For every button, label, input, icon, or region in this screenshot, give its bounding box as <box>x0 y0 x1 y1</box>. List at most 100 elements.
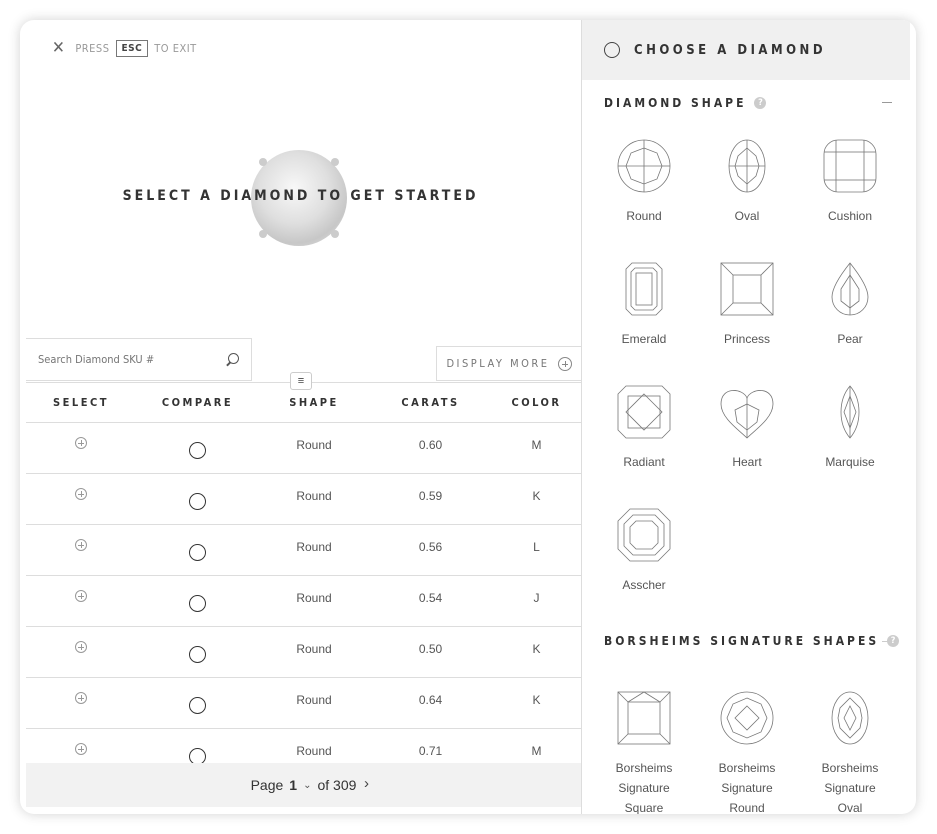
radiant-shape-icon <box>617 385 671 439</box>
shape-label: Borsheims Signature Round <box>697 758 797 814</box>
compare-radio[interactable] <box>189 646 206 663</box>
shape-round[interactable]: Round <box>594 138 694 226</box>
shape-label: Princess <box>723 332 770 346</box>
page-select[interactable]: 1 <box>289 777 297 793</box>
right-panel: CHOOSE A DIAMOND DIAMOND SHAPE ? Round O… <box>581 20 916 814</box>
color-cell: K <box>532 642 541 656</box>
heart-shape-icon <box>720 390 774 439</box>
table-row[interactable]: Round 0.50 K <box>26 627 581 678</box>
signature-round-shape-icon <box>720 691 774 745</box>
next-page-icon[interactable]: › <box>364 775 369 792</box>
radio-icon[interactable] <box>604 42 620 58</box>
panel-header[interactable]: CHOOSE A DIAMOND <box>582 20 910 80</box>
table-row[interactable]: Round 0.59 K <box>26 474 581 525</box>
esc-key: ESC <box>115 40 149 57</box>
compare-radio[interactable] <box>189 697 206 714</box>
color-cell: K <box>532 489 541 503</box>
shape-label: Borsheims Signature Square <box>594 758 694 814</box>
column-header-compare[interactable]: COMPARE <box>136 396 259 409</box>
diamond-shape-section-title[interactable]: DIAMOND SHAPE ? <box>604 96 767 110</box>
carats-cell: 0.59 <box>418 489 443 503</box>
shape-princess[interactable]: Princess <box>697 261 797 349</box>
signature-square-shape-icon <box>617 691 671 745</box>
press-label: PRESS <box>75 42 110 55</box>
shape-cell: Round <box>296 591 332 605</box>
shape-label: Borsheims Signature Oval <box>800 758 900 814</box>
label-line: Signature <box>721 781 773 795</box>
shape-signature-oval[interactable]: Borsheims Signature Oval <box>800 690 900 814</box>
minus-icon[interactable] <box>882 102 892 103</box>
shape-pear[interactable]: Pear <box>800 261 900 349</box>
oval-shape-icon <box>728 139 766 193</box>
shape-heart[interactable]: Heart <box>697 384 797 472</box>
shape-oval[interactable]: Oval <box>697 138 797 226</box>
shape-cushion[interactable]: Cushion <box>800 138 900 226</box>
help-icon[interactable]: ? <box>754 97 767 109</box>
column-header-carats[interactable]: CARATS <box>369 396 492 409</box>
shape-label: Cushion <box>827 209 873 223</box>
menu-icon[interactable]: ≡ <box>290 372 312 390</box>
empty-state-text: SELECT A DIAMOND TO GET STARTED <box>122 188 479 204</box>
shape-signature-round[interactable]: Borsheims Signature Round <box>697 690 797 814</box>
exit-hint[interactable]: ✕ PRESS ESC TO EXIT <box>52 40 197 57</box>
column-header-color[interactable]: COLOR <box>492 396 581 409</box>
carats-cell: 0.54 <box>418 591 443 605</box>
table-row[interactable]: Round 0.64 K <box>26 678 581 729</box>
add-diamond-icon[interactable] <box>75 692 87 704</box>
shape-signature-square[interactable]: Borsheims Signature Square <box>594 690 694 814</box>
display-more-button[interactable]: DISPLAY MORE <box>436 346 581 381</box>
shape-cell: Round <box>296 438 332 452</box>
close-icon[interactable]: ✕ <box>52 40 65 57</box>
compare-radio[interactable] <box>189 544 206 561</box>
shape-label: Heart <box>732 455 762 469</box>
shape-label: Round <box>626 209 662 223</box>
compare-radio[interactable] <box>189 493 206 510</box>
label-line: Borsheims <box>821 761 879 775</box>
marquise-shape-icon <box>840 385 860 439</box>
diamond-selector-window: ✕ PRESS ESC TO EXIT SELECT A DIAMOND TO … <box>20 20 916 814</box>
carats-cell: 0.64 <box>418 693 443 707</box>
signature-shapes-section-title[interactable]: BORSHEIMS SIGNATURE SHAPES ? <box>604 634 900 648</box>
table-row[interactable]: Round 0.56 L <box>26 525 581 576</box>
compare-radio[interactable] <box>189 595 206 612</box>
color-cell: J <box>533 591 540 605</box>
shape-label: Pear <box>837 332 863 346</box>
empty-state: SELECT A DIAMOND TO GET STARTED <box>20 140 581 250</box>
round-shape-icon <box>617 139 671 193</box>
column-header-shape[interactable]: SHAPE <box>259 396 369 409</box>
chevron-down-icon[interactable]: ⌄ <box>303 780 311 791</box>
display-more-label: DISPLAY MORE <box>446 357 550 370</box>
shape-emerald[interactable]: Emerald <box>594 261 694 349</box>
princess-shape-icon <box>720 262 774 316</box>
table-row[interactable]: Round 0.54 J <box>26 576 581 627</box>
carats-cell: 0.56 <box>418 540 443 554</box>
search-icon[interactable] <box>225 352 239 367</box>
minus-icon[interactable] <box>882 641 892 642</box>
shape-label: Marquise <box>825 455 875 469</box>
compare-radio[interactable] <box>189 442 206 459</box>
add-diamond-icon[interactable] <box>75 488 87 500</box>
shape-radiant[interactable]: Radiant <box>594 384 694 472</box>
add-diamond-icon[interactable] <box>75 743 87 755</box>
prong <box>259 158 267 166</box>
add-diamond-icon[interactable] <box>75 590 87 602</box>
shape-asscher[interactable]: Asscher <box>594 507 694 595</box>
table-row[interactable]: Round 0.60 M <box>26 423 581 474</box>
page-word: Page <box>250 777 284 793</box>
add-diamond-icon[interactable] <box>75 641 87 653</box>
signature-oval-shape-icon <box>831 691 869 745</box>
add-diamond-icon[interactable] <box>75 437 87 449</box>
search-box[interactable] <box>26 338 252 381</box>
prong <box>331 158 339 166</box>
color-cell: L <box>533 540 540 554</box>
shape-marquise[interactable]: Marquise <box>800 384 900 472</box>
emerald-shape-icon <box>625 262 663 316</box>
column-header-select[interactable]: SELECT <box>26 396 136 409</box>
label-line: Square <box>624 801 664 814</box>
add-diamond-icon[interactable] <box>75 539 87 551</box>
search-input[interactable] <box>38 353 225 366</box>
label-line: Oval <box>837 801 863 814</box>
shape-cell: Round <box>296 489 332 503</box>
left-panel: ✕ PRESS ESC TO EXIT SELECT A DIAMOND TO … <box>20 20 581 814</box>
shape-label: Oval <box>734 209 760 223</box>
